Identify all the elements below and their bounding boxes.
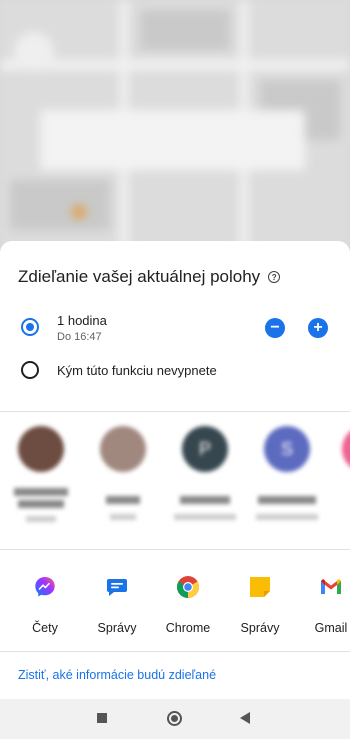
app-item[interactable]: Gmail [298, 575, 350, 635]
avatar: P [182, 426, 228, 472]
app-item[interactable]: Čety [12, 575, 78, 635]
note-icon [250, 577, 270, 597]
info-shared-link[interactable]: Zistiť, aké informácie budú zdieľané [18, 668, 216, 682]
sheet-title: Zdieľanie vašej aktuálnej polohy ? [18, 267, 281, 287]
home-icon[interactable] [167, 711, 182, 726]
app-label: Chrome [165, 621, 211, 635]
radio-until-off[interactable] [21, 361, 39, 379]
app-label: Gmail [314, 621, 348, 635]
contact-item[interactable]: S [252, 426, 322, 520]
option-one-hour-until: Do 16:47 [57, 331, 102, 343]
radio-one-hour[interactable] [21, 318, 39, 336]
chrome-icon [177, 576, 199, 598]
messages-bubble-icon [107, 579, 127, 596]
divider [0, 549, 350, 550]
contact-item[interactable] [6, 426, 76, 522]
messenger-icon [35, 577, 55, 597]
share-location-sheet: Zdieľanie vašej aktuálnej polohy ? 1 hod… [0, 241, 350, 739]
app-label: Správy [97, 621, 137, 635]
option-until-off-label[interactable]: Kým túto funkciu nevypnete [57, 363, 217, 378]
app-label: Správy [240, 621, 280, 635]
contact-item[interactable] [88, 426, 158, 520]
increase-time-button[interactable]: + [308, 318, 328, 338]
app-item[interactable]: Chrome [155, 575, 221, 635]
help-icon[interactable]: ? [268, 271, 281, 283]
option-one-hour-label[interactable]: 1 hodina [57, 313, 107, 328]
app-item[interactable]: Správy [227, 575, 293, 635]
app-item[interactable]: Správy [84, 575, 150, 635]
contact-item[interactable] [330, 426, 350, 472]
system-nav-bar [0, 699, 350, 739]
contact-item[interactable]: P [170, 426, 240, 520]
contact-list: P S [0, 411, 350, 551]
back-icon[interactable] [240, 712, 250, 724]
avatar [18, 426, 64, 472]
recents-icon[interactable] [97, 713, 107, 723]
decrease-time-button[interactable]: − [265, 318, 285, 338]
divider [0, 651, 350, 652]
app-label: Čety [32, 621, 58, 635]
gmail-icon [321, 579, 341, 594]
avatar [342, 426, 350, 472]
blurred-map-background [0, 0, 350, 250]
share-apps-row: Čety Správy Chrome Správy Gmail [0, 561, 350, 635]
avatar [100, 426, 146, 472]
avatar: S [264, 426, 310, 472]
